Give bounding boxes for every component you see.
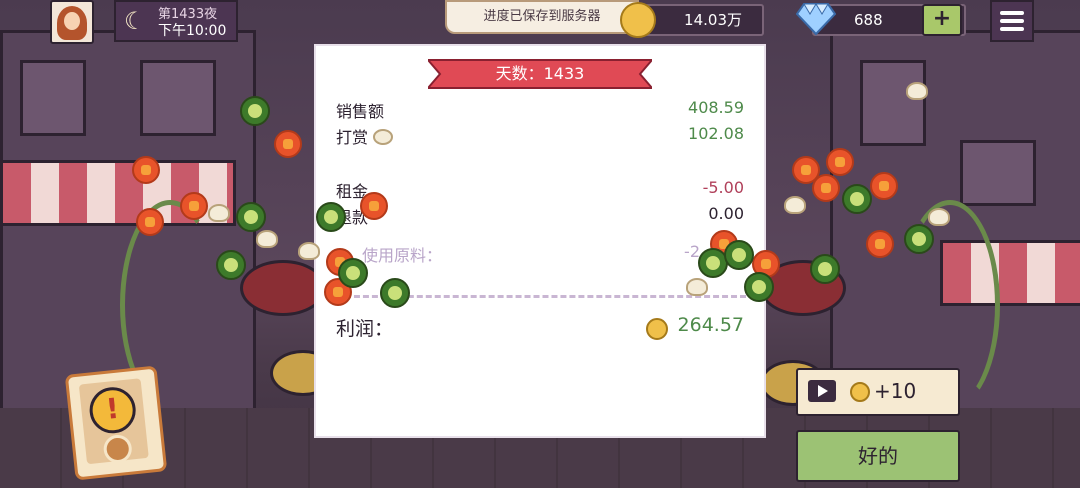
garlic-clove [906,82,928,100]
ingredients-label: 使用原料： [362,246,443,265]
pepper-slice [380,278,410,308]
pepper-slice [240,96,270,126]
ad-reward-amount: +10 [874,379,917,403]
tomato-slice [136,208,164,236]
building-window [140,60,216,136]
tomato-slice [812,174,840,202]
receipt-torn-edge [316,400,764,426]
coin-icon [850,382,870,402]
coin-icon [646,318,668,340]
nut-icon [373,129,393,145]
profit-label: 利润： [336,318,394,340]
garlic-clove [256,230,278,248]
building-window [20,60,86,136]
tomato-slice [826,148,854,176]
gem-amount: 688 [854,11,883,29]
rose-bush [240,260,326,316]
play-icon [808,380,836,402]
tomato-slice [866,230,894,258]
pepper-slice [810,254,840,284]
add-gems-button[interactable]: + [922,4,962,36]
garlic-clove [928,208,950,226]
save-toast: 进度已保存到服务器 [445,0,639,34]
garlic-clove [208,204,230,222]
tomato-slice [180,192,208,220]
building-window [960,140,1036,206]
pepper-slice [338,258,368,288]
pepper-slice [236,202,266,232]
garlic-clove [686,278,708,296]
refund-value: 0.00 [708,204,744,223]
clock-time: 下午10:00 [158,23,227,39]
tomato-slice [360,192,388,220]
watch-ad-button[interactable]: +10 [796,368,960,416]
player-avatar[interactable] [50,0,94,44]
tips-value: 102.08 [688,124,744,143]
profit-value: 264.57 [677,314,744,336]
tomato-slice [274,130,302,158]
coin-icon [620,2,656,38]
tips-label: 打赏 [336,128,369,147]
pepper-slice [842,184,872,214]
garlic-clove [298,242,320,260]
notification-card[interactable]: ! [64,365,168,481]
garlic-clove [784,196,806,214]
rent-value: -5.00 [702,178,744,197]
ok-button[interactable]: 好的 [796,430,960,482]
pepper-slice [724,240,754,270]
pepper-slice [316,202,346,232]
day-time-panel: ☾ 第1433夜 下午10:00 [114,0,238,42]
pepper-slice [216,250,246,280]
coin-amount: 14.03万 [684,11,742,29]
pepper-slice [744,272,774,302]
tomato-slice [132,156,160,184]
day-banner-text: 天数：1433 [495,64,585,83]
diamond-icon [796,3,836,36]
pepper-slice [904,224,934,254]
moon-icon: ☾ [124,7,146,35]
sales-label: 销售额 [336,102,385,121]
menu-icon [1000,11,1024,15]
menu-button[interactable] [990,0,1034,42]
building-window [860,60,926,146]
tomato-slice [870,172,898,200]
sales-value: 408.59 [688,98,744,117]
